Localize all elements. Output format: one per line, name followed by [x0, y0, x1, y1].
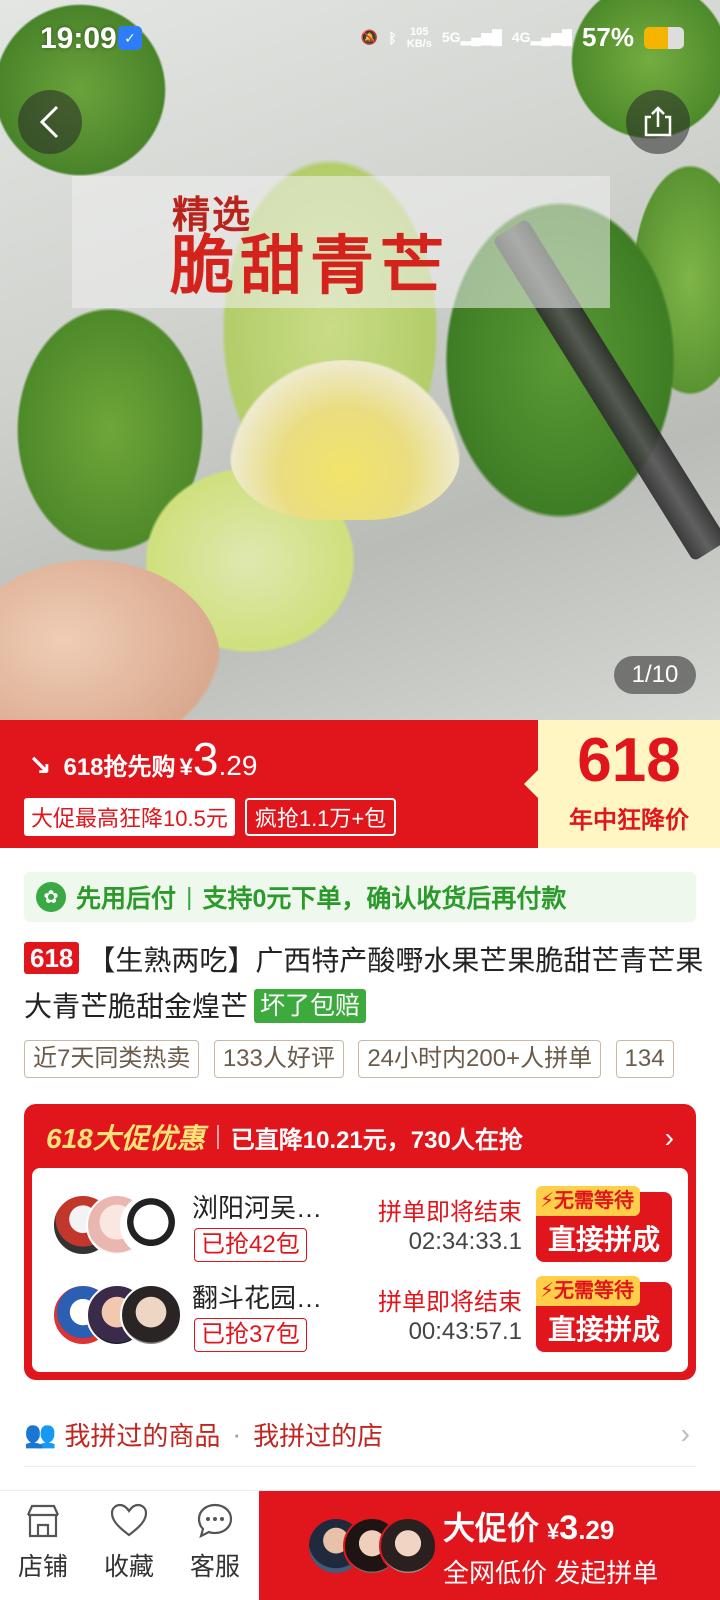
group-row: 浏阳河吴… 已抢42包 拼单即将结束 02:34:33.1 ⚡无需等待 直接拼成: [32, 1178, 688, 1270]
price-tags: 大促最高狂降10.5元 疯抢1.1万+包: [24, 798, 397, 836]
group-buy-subtitle: 已直降10.21元，730人在抢: [230, 1126, 523, 1154]
title-618-badge: 618: [24, 942, 80, 974]
group-avatars: [52, 1194, 182, 1260]
price-currency: ¥: [179, 754, 193, 781]
group-avatars: [52, 1284, 182, 1350]
mango-flesh-graphic: [230, 360, 460, 520]
avatar: [379, 1517, 437, 1575]
pay-later-title: 先用后付: [76, 885, 177, 913]
group-status: 拼单即将结束: [378, 1289, 522, 1316]
status-icons: 🔕 ᛒ 105 KB/s 5G▂▄▆█ 4G▂▄▆█ 57%: [361, 22, 684, 53]
divider: [24, 1466, 696, 1467]
pay-later-separator: |: [186, 882, 193, 911]
back-button[interactable]: [18, 90, 82, 154]
store-icon: [26, 1504, 60, 1538]
status-time: 19:09: [40, 22, 117, 55]
signal-5g-icon: 5G▂▄▆█: [441, 29, 502, 45]
start-group-buy-button[interactable]: 大促价 ¥3.29 全网低价 发起拼单: [259, 1491, 720, 1600]
discount-tag: 大促最高狂降10.5元: [24, 798, 235, 836]
chat-icon: [197, 1503, 233, 1539]
product-title: 618 【生熟两吃】广西特产酸嘢水果芒果脆甜芒青芒果大青芒脆甜金煌芒 坏了包赔: [24, 938, 704, 1030]
chip-group-orders[interactable]: 24小时内200+人拼单: [358, 1040, 602, 1078]
service-label: 客服: [189, 1553, 240, 1581]
group-leader-name: 翻斗花园…: [192, 1283, 323, 1313]
group-buy-header[interactable]: 618大促优惠 已直降10.21元，730人在抢: [46, 1104, 523, 1170]
customer-service-button[interactable]: 客服: [172, 1501, 258, 1583]
buy-price: 大促价 ¥3.29: [443, 1509, 615, 1547]
price-section: ↘ 618抢先购 ¥ 3 .29 大促最高狂降10.5元 疯抢1.1万+包: [0, 720, 535, 848]
pay-later-desc: 支持0元下单，确认收货后再付款: [202, 885, 567, 913]
pay-later-banner[interactable]: ✿ 先用后付 | 支持0元下单，确认收货后再付款: [24, 872, 696, 922]
history-goods-link[interactable]: 我拼过的商品: [64, 1416, 220, 1453]
feature-chips: 近7天同类热卖 133人好评 24小时内200+人拼单 134: [24, 1040, 720, 1082]
heart-icon: [110, 1503, 148, 1537]
image-counter: 1/10: [614, 656, 696, 694]
shop-button[interactable]: 店铺: [0, 1501, 86, 1583]
group-countdown: 02:34:33.1: [408, 1228, 522, 1255]
promo-text: 年中狂降价: [569, 807, 689, 834]
chevron-right-icon: ›: [680, 1418, 690, 1449]
group-sold-count: 已抢42包: [194, 1228, 307, 1262]
group-row: 翻斗花园… 已抢37包 拼单即将结束 00:43:57.1 ⚡无需等待 直接拼成: [32, 1268, 688, 1360]
price-label: 618抢先购: [63, 754, 176, 781]
buy-avatars: [307, 1517, 437, 1577]
no-wait-tag: ⚡无需等待: [536, 1276, 641, 1306]
chip-more[interactable]: 134: [615, 1040, 674, 1078]
users-icon: 👥: [24, 1418, 57, 1449]
app-notification-icon: ✓: [118, 26, 142, 50]
price-bar: ↘ 618抢先购 ¥ 3 .29 大促最高狂降10.5元 疯抢1.1万+包 61…: [0, 720, 720, 848]
net-speed: 105 KB/s: [406, 25, 432, 50]
group-buy-card: 618大促优惠 已直降10.21元，730人在抢 › 浏阳河吴… 已抢42包 拼…: [24, 1104, 696, 1380]
history-separator: ·: [232, 1418, 242, 1449]
promo-number: 618: [577, 726, 681, 795]
shop-label: 店铺: [17, 1553, 68, 1581]
signal-4g-icon: 4G▂▄▆█: [511, 29, 572, 45]
group-sold-count: 已抢37包: [194, 1318, 307, 1352]
buy-subtitle: 全网低价 发起拼单: [443, 1558, 659, 1588]
join-group-button[interactable]: ⚡无需等待 直接拼成: [536, 1276, 672, 1352]
promo-badge: 618 年中狂降价: [524, 720, 720, 848]
favorite-button[interactable]: 收藏: [86, 1501, 172, 1583]
price-integer: 3: [192, 733, 219, 785]
group-list: 浏阳河吴… 已抢42包 拼单即将结束 02:34:33.1 ⚡无需等待 直接拼成…: [32, 1168, 688, 1372]
chip-hot-sale[interactable]: 近7天同类热卖: [24, 1040, 200, 1078]
banner-line2: 脆甜青芒: [170, 230, 450, 302]
bluetooth-icon: ᛒ: [388, 29, 397, 46]
avatar: [120, 1284, 182, 1346]
chip-good-reviews[interactable]: 133人好评: [213, 1040, 344, 1078]
join-group-label: 直接拼成: [547, 1224, 660, 1255]
price-row: ↘ 618抢先购 ¥ 3 .29: [28, 736, 257, 782]
hand-graphic: [0, 560, 220, 720]
group-countdown: 00:43:57.1: [408, 1318, 522, 1345]
mute-icon: 🔕: [360, 29, 379, 45]
join-group-button[interactable]: ⚡无需等待 直接拼成: [536, 1186, 672, 1262]
status-bar: 19:09 ✓ 🔕 ᛒ 105 KB/s 5G▂▄▆█ 4G▂▄▆█ 57%: [0, 0, 720, 80]
guarantee-badge[interactable]: 坏了包赔: [254, 989, 367, 1023]
share-icon: [644, 106, 672, 137]
pay-later-icon: ✿: [36, 882, 66, 912]
group-status: 拼单即将结束: [378, 1199, 522, 1226]
bottom-action-bar: 店铺 收藏 客服 大促价 ¥3.29 全网低价 发起拼单: [0, 1490, 720, 1600]
join-group-label: 直接拼成: [547, 1314, 660, 1345]
no-wait-tag: ⚡无需等待: [536, 1186, 641, 1216]
sales-tag: 疯抢1.1万+包: [244, 798, 397, 836]
group-buy-divider: [216, 1125, 219, 1149]
favorite-label: 收藏: [103, 1553, 154, 1581]
product-image[interactable]: 精选 脆甜青芒: [0, 0, 720, 720]
chevron-right-icon[interactable]: ›: [665, 1122, 674, 1154]
battery-icon: [644, 26, 684, 49]
battery-percent: 57%: [581, 22, 634, 52]
price-decimal: .29: [218, 750, 258, 781]
avatar: [120, 1194, 182, 1256]
group-buy-title: 618大促优惠: [46, 1123, 205, 1154]
group-leader-name: 浏阳河吴…: [192, 1193, 323, 1223]
chevron-left-icon: [39, 105, 59, 139]
down-arrow-icon: ↘: [28, 750, 52, 781]
share-button[interactable]: [626, 90, 690, 154]
image-banner: 精选 脆甜青芒: [72, 176, 610, 308]
purchase-history-row[interactable]: 👥 我拼过的商品 · 我拼过的店 ›: [24, 1406, 696, 1462]
history-shops-link[interactable]: 我拼过的店: [253, 1416, 383, 1453]
